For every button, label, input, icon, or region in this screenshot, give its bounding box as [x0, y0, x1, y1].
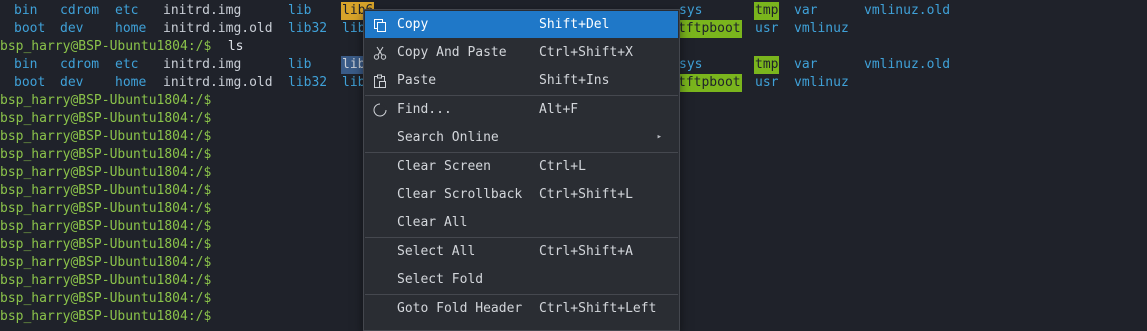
find-icon: [372, 101, 388, 117]
menu-item-search-online[interactable]: Search Online ▸: [365, 124, 678, 151]
dir-entry: lib32: [288, 75, 328, 90]
menu-item-label: Select All: [397, 244, 476, 259]
menu-item-label: Find...: [397, 102, 452, 117]
menu-item-label: Select Fold: [397, 272, 484, 287]
dir-entry: cdrom: [60, 57, 100, 72]
menu-item-label: Search Online: [397, 130, 499, 145]
prompt-line: bsp_harry@BSP-Ubuntu1804:/$: [0, 201, 212, 216]
copy-icon: [372, 16, 388, 32]
dir-entry: sys: [679, 57, 703, 72]
prompt-line: bsp_harry@BSP-Ubuntu1804:/$: [0, 165, 212, 180]
dir-entry-highlighted: tmp: [754, 2, 780, 20]
prompt-line: bsp_harry@BSP-Ubuntu1804:/$: [0, 273, 212, 288]
prompt-line: bsp_harry@BSP-Ubuntu1804:/$: [0, 255, 212, 270]
dir-entry: boot: [14, 75, 46, 90]
menu-item-shortcut: Shift+Ins: [539, 73, 610, 88]
file-entry: initrd.img.old: [163, 21, 273, 36]
shell-prompt: bsp_harry@BSP-Ubuntu1804:/$: [0, 39, 212, 54]
dir-entry-highlighted: tftpboot: [677, 74, 742, 92]
dir-entry: lib32: [288, 21, 328, 36]
file-entry: vmlinuz.old: [864, 3, 951, 18]
prompt-line: bsp_harry@BSP-Ubuntu1804:/$: [0, 309, 212, 324]
menu-item-shortcut: Ctrl+L: [539, 159, 586, 174]
dir-entry: home: [115, 75, 147, 90]
dir-entry: lib: [342, 75, 366, 90]
dir-entry: dev: [60, 21, 84, 36]
prompt-line: bsp_harry@BSP-Ubuntu1804:/$: [0, 291, 212, 306]
dir-entry: usr: [755, 75, 779, 90]
menu-item-label: Clear Screen: [397, 159, 491, 174]
menu-item-shortcut: Ctrl+Shift+Left: [539, 301, 657, 316]
menu-item-paste[interactable]: Paste Shift+Ins: [365, 67, 678, 94]
dir-entry: var: [794, 57, 818, 72]
dir-entry: usr: [755, 21, 779, 36]
ls-output-row: bin cdrom etc initrd.img lib lib sys tmp…: [0, 56, 950, 74]
menu-item-clear-all[interactable]: Clear All: [365, 209, 678, 236]
file-entry: vmlinuz: [794, 75, 849, 90]
menu-item-label: Paste: [397, 73, 437, 88]
dir-entry: sys: [679, 3, 703, 18]
dir-entry: boot: [14, 21, 46, 36]
dir-entry: lib: [342, 21, 366, 36]
prompt-line: bsp_harry@BSP-Ubuntu1804:/$: [0, 129, 212, 144]
file-entry: initrd.img: [163, 57, 242, 72]
menu-item-select-fold[interactable]: Select Fold: [365, 266, 678, 293]
prompt-line: bsp_harry@BSP-Ubuntu1804:/$: [0, 237, 212, 252]
file-entry: vmlinuz.old: [864, 57, 951, 72]
menu-item-shortcut: Ctrl+Shift+L: [539, 187, 633, 202]
menu-item-shortcut: Shift+Del: [539, 17, 610, 32]
menu-item-goto-fold-header[interactable]: Goto Fold Header Ctrl+Shift+Left: [365, 295, 678, 322]
menu-item-label: Clear All: [397, 215, 468, 230]
menu-item-copy[interactable]: Copy Shift+Del: [365, 11, 678, 38]
prompt-line: bsp_harry@BSP-Ubuntu1804:/$: [0, 219, 212, 234]
menu-item-label: Goto Fold Header: [397, 301, 523, 316]
scissors-icon: [372, 44, 388, 60]
prompt-line: bsp_harry@BSP-Ubuntu1804:/$: [0, 93, 212, 108]
menu-item-clear-scrollback[interactable]: Clear Scrollback Ctrl+Shift+L: [365, 181, 678, 208]
paste-icon: [372, 72, 388, 88]
menu-item-select-all[interactable]: Select All Ctrl+Shift+A: [365, 238, 678, 265]
dir-entry: bin: [14, 3, 38, 18]
dir-entry: cdrom: [60, 3, 100, 18]
file-entry: initrd.img.old: [163, 75, 273, 90]
file-entry: initrd.img: [163, 3, 242, 18]
file-entry: vmlinuz: [794, 21, 849, 36]
command-text: ls: [220, 39, 244, 54]
menu-item-find[interactable]: Find... Alt+F: [365, 96, 678, 123]
menu-item-shortcut: Ctrl+Shift+X: [539, 45, 633, 60]
menu-item-copy-and-paste[interactable]: Copy And Paste Ctrl+Shift+X: [365, 39, 678, 66]
dir-entry: etc: [115, 3, 139, 18]
dir-entry: home: [115, 21, 147, 36]
dir-entry-highlighted: tftpboot: [677, 20, 742, 38]
ls-output-row: bin cdrom etc initrd.img lib lib6 sys tm…: [0, 2, 950, 20]
menu-item-label: Clear Scrollback: [397, 187, 523, 202]
menu-item-shortcut: Alt+F: [539, 102, 579, 117]
menu-item-clear-screen[interactable]: Clear Screen Ctrl+L: [365, 153, 678, 180]
dir-entry: bin: [14, 57, 38, 72]
dir-entry: var: [794, 3, 818, 18]
dir-entry: lib: [288, 3, 312, 18]
dir-entry: lib: [288, 57, 312, 72]
context-menu: Copy Shift+Del Copy And Paste Ctrl+Shift…: [363, 9, 680, 331]
menu-item-label: Copy: [397, 17, 429, 32]
submenu-arrow-icon: ▸: [656, 132, 662, 142]
ls-output-row: boot dev home initrd.img.old lib32 lib t…: [0, 74, 849, 92]
dir-entry: etc: [115, 57, 139, 72]
dir-entry: dev: [60, 75, 84, 90]
ls-output-row: boot dev home initrd.img.old lib32 lib t…: [0, 20, 849, 38]
dir-entry-highlighted: tmp: [754, 56, 780, 74]
prompt-line: bsp_harry@BSP-Ubuntu1804:/$ ls: [0, 38, 243, 56]
prompt-line: bsp_harry@BSP-Ubuntu1804:/$: [0, 111, 212, 126]
menu-item-label: Copy And Paste: [397, 45, 507, 60]
menu-item-shortcut: Ctrl+Shift+A: [539, 244, 633, 259]
prompt-line: bsp_harry@BSP-Ubuntu1804:/$: [0, 147, 212, 162]
prompt-line: bsp_harry@BSP-Ubuntu1804:/$: [0, 183, 212, 198]
